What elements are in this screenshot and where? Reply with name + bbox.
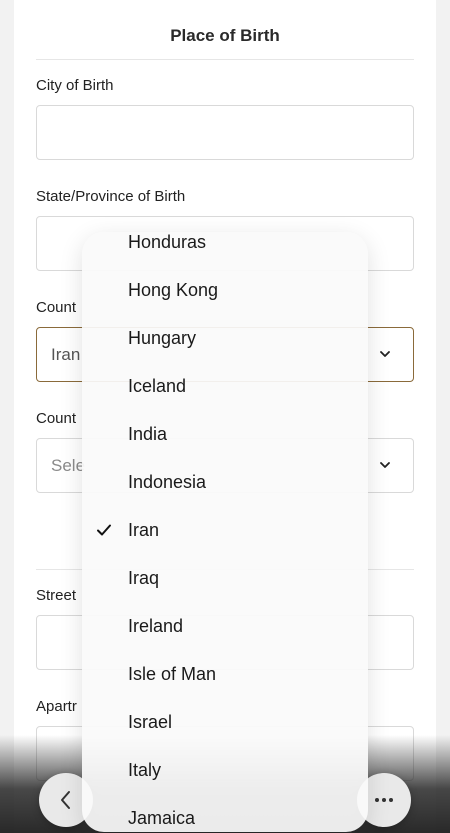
section-title: Place of Birth [170,26,280,45]
dropdown-option-label: Hong Kong [128,280,219,300]
apartment-label: Apartr [36,698,77,715]
state-province-label: State/Province of Birth [36,188,186,205]
street-label: Street [36,587,77,604]
dropdown-option[interactable]: Italy [82,760,368,808]
dropdown-option[interactable]: Isle of Man [82,664,368,712]
country2-label: Count [36,410,77,427]
dropdown-option-label: Iran [128,520,160,540]
country2-placeholder: Sele [51,456,86,475]
dropdown-option-label: Ireland [128,616,184,636]
title-divider [36,59,414,60]
dropdown-option-label: Iraq [128,568,160,588]
dropdown-option[interactable]: Iraq [82,568,368,616]
city-of-birth-input[interactable] [36,105,414,160]
dropdown-option[interactable]: Indonesia [82,472,368,520]
chevron-left-icon [61,791,70,809]
dropdown-option-label: Italy [128,760,162,780]
dropdown-option[interactable]: Jamaica [82,808,368,832]
dropdown-option[interactable]: Honduras [82,232,368,280]
dropdown-option-label: Honduras [128,232,207,252]
chevron-down-icon [380,351,390,357]
dropdown-option-label: Hungary [128,328,197,348]
chevron-down-icon [380,462,390,468]
dropdown-option-label: Indonesia [128,472,207,492]
dropdown-option[interactable]: Iceland [82,376,368,424]
city-of-birth-label: City of Birth [36,77,114,94]
country-dropdown-menu[interactable]: Honduras Hong Kong Hungary Iceland India Indo… [82,232,368,832]
dropdown-option-label: Israel [128,712,173,732]
dropdown-option[interactable]: Ireland [82,616,368,664]
checkmark-icon [97,524,111,536]
dropdown-option-label: Iceland [128,376,187,396]
dropdown-option-label: Jamaica [128,808,196,828]
dropdown-option[interactable]: Iran [82,520,368,568]
dropdown-option-label: Isle of Man [128,664,217,684]
dropdown-option[interactable]: Israel [82,712,368,760]
country-of-birth-value: Iran [51,345,81,364]
dropdown-option[interactable]: India [82,424,368,472]
country-of-birth-label: Count [36,299,77,316]
dropdown-option[interactable]: Hungary [82,328,368,376]
more-horizontal-icon [375,798,393,802]
dropdown-option[interactable]: Hong Kong [82,280,368,328]
dropdown-option-label: India [128,424,168,444]
